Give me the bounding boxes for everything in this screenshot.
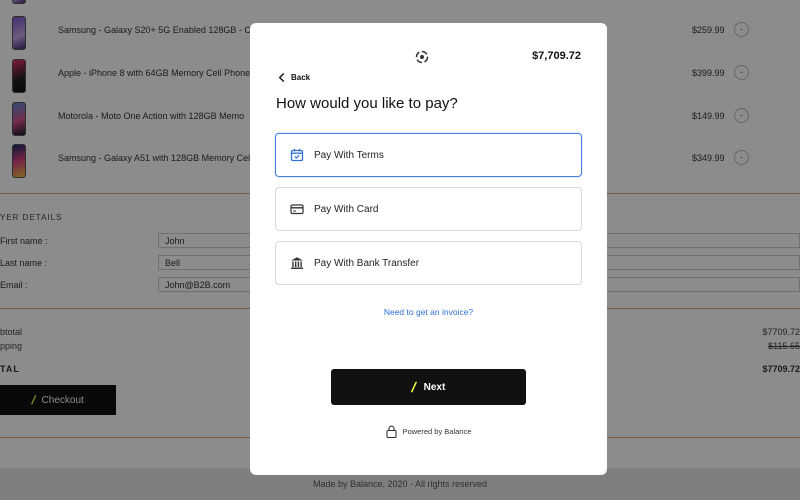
option-label: Pay With Terms xyxy=(314,149,384,161)
payment-modal: Back $7,709.72 How would you like to pay… xyxy=(250,23,607,475)
calendar-icon xyxy=(290,149,304,162)
chevron-left-icon xyxy=(278,73,285,82)
pay-with-bank-transfer-option[interactable]: Pay With Bank Transfer xyxy=(275,241,582,285)
slash-icon: / xyxy=(409,379,418,395)
order-amount: $7,709.72 xyxy=(532,50,581,62)
option-label: Pay With Bank Transfer xyxy=(314,257,420,269)
modal-heading: How would you like to pay? xyxy=(276,95,458,112)
back-button[interactable]: Back xyxy=(277,73,310,82)
invoice-link[interactable]: Need to get an invoice? xyxy=(250,307,607,317)
balance-logo-icon xyxy=(415,50,429,64)
bank-icon xyxy=(291,257,303,269)
credit-card-icon xyxy=(290,204,304,215)
next-label: Next xyxy=(423,381,446,393)
next-button[interactable]: / Next xyxy=(331,369,526,405)
powered-by-text: Powered by Balance xyxy=(402,427,472,436)
pay-with-card-option[interactable]: Pay With Card xyxy=(275,187,582,231)
pay-with-terms-option[interactable]: Pay With Terms xyxy=(275,133,582,177)
option-label: Pay With Card xyxy=(314,203,379,215)
powered-by: Powered by Balance xyxy=(250,425,607,438)
lock-icon xyxy=(386,425,397,438)
back-label: Back xyxy=(291,73,311,82)
